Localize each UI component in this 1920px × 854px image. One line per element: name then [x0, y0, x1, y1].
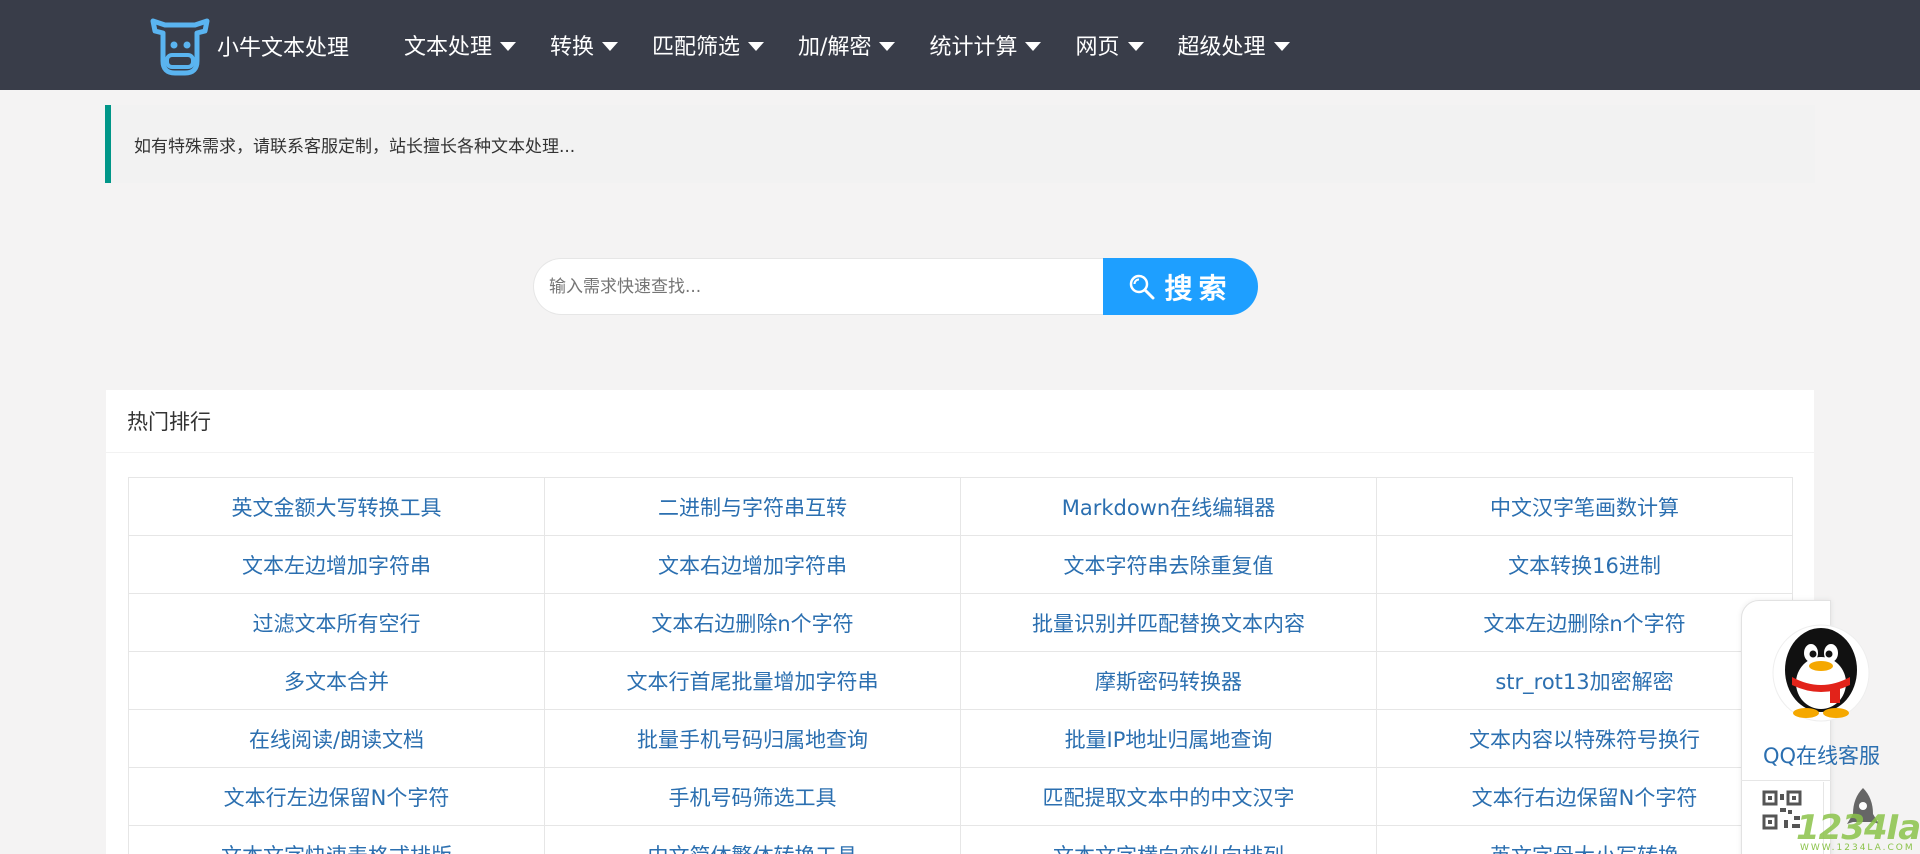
tool-link[interactable]: 二进制与字符串互转 [658, 492, 847, 522]
chevron-down-icon [602, 41, 619, 51]
search-button-label: 搜索 [1164, 271, 1233, 305]
tool-link[interactable]: 批量IP地址归属地查询 [1065, 724, 1273, 754]
nav-label: 加/解密 [798, 35, 872, 60]
tool-link[interactable]: 文本左边删除n个字符 [1483, 608, 1685, 638]
nav-label: 统计计算 [929, 35, 1018, 60]
tool-link[interactable]: 文本行左边保留N个字符 [224, 782, 450, 812]
nav-label: 匹配筛选 [652, 35, 741, 60]
tool-link[interactable]: 多文本合并 [284, 666, 389, 696]
nav-super-processing[interactable]: 超级处理 [1178, 29, 1290, 61]
table-cell: 文本左边删除n个字符 [1377, 594, 1793, 652]
tool-link[interactable]: 批量手机号码归属地查询 [637, 724, 868, 754]
table-cell: 中文汉字笔画数计算 [1377, 478, 1793, 536]
table-cell: 摩斯密码转换器 [961, 652, 1377, 710]
tool-link[interactable]: 文本文字横向变纵向排列 [1053, 840, 1284, 854]
panel-title: 热门排行 [127, 410, 211, 434]
hot-ranking-panel: 热门排行 英文金额大写转换工具 二进制与字符串互转 Markdown在线编辑器 … [106, 390, 1814, 854]
search-button[interactable]: 搜索 [1103, 258, 1258, 315]
tool-link[interactable]: 文本左边增加字符串 [242, 550, 431, 580]
table-cell: 中文简体繁体转换工具 [545, 826, 961, 854]
nav-encrypt-decrypt[interactable]: 加/解密 [798, 29, 896, 61]
qq-service-label[interactable]: QQ在线客服 [1763, 740, 1880, 770]
table-cell: 文本转换16进制 [1377, 536, 1793, 594]
nav-label: 超级处理 [1177, 35, 1266, 60]
table-cell: 二进制与字符串互转 [545, 478, 961, 536]
table-cell: 在线阅读/朗读文档 [129, 710, 545, 768]
tool-link[interactable]: 中文汉字笔画数计算 [1490, 492, 1679, 522]
nav-match-filter[interactable]: 匹配筛选 [652, 29, 765, 61]
tool-link[interactable]: 手机号码筛选工具 [669, 782, 837, 812]
nav-convert[interactable]: 转换 [550, 29, 619, 61]
notice-text: 如有特殊需求，请联系客服定制，站长擅长各种文本处理... [134, 136, 576, 157]
tool-link[interactable]: 摩斯密码转换器 [1095, 666, 1242, 696]
table-cell: 批量IP地址归属地查询 [961, 710, 1377, 768]
tool-link[interactable]: Markdown在线编辑器 [1062, 492, 1275, 522]
tool-link[interactable]: 文本字符串去除重复值 [1064, 550, 1274, 580]
table-cell: 英文字母大小写转换 [1377, 826, 1793, 854]
notice-banner: 如有特殊需求，请联系客服定制，站长擅长各种文本处理... [105, 105, 1815, 183]
table-cell: 文本文字快速表格式排版 [129, 826, 545, 854]
divider [1741, 780, 1831, 781]
tool-link[interactable]: 英文金额大写转换工具 [232, 492, 442, 522]
nav-statistics[interactable]: 统计计算 [929, 29, 1042, 61]
site-logo[interactable]: 小牛文本处理 [145, 16, 349, 76]
main-nav: 文本处理 转换 匹配筛选 加/解密 统计计算 网页 超级处理 [404, 0, 1324, 90]
panel-header: 热门排行 [106, 390, 1814, 453]
search-input[interactable] [533, 258, 1103, 315]
chevron-down-icon [1273, 41, 1290, 51]
chevron-down-icon [879, 41, 896, 51]
tool-link[interactable]: 中文简体繁体转换工具 [648, 840, 858, 854]
table-cell: 文本行左边保留N个字符 [129, 768, 545, 826]
tool-link[interactable]: 在线阅读/朗读文档 [249, 724, 424, 754]
table-cell: 文本右边删除n个字符 [545, 594, 961, 652]
table-cell: 英文金额大写转换工具 [129, 478, 545, 536]
tool-link[interactable]: 文本转换16进制 [1508, 550, 1661, 580]
table-cell: str_rot13加密解密 [1377, 652, 1793, 710]
table-cell: 文本右边增加字符串 [545, 536, 961, 594]
tool-link[interactable]: 文本文字快速表格式排版 [221, 840, 452, 854]
site-name: 小牛文本处理 [217, 36, 350, 61]
nav-label: 网页 [1075, 35, 1120, 60]
table-cell: 批量手机号码归属地查询 [545, 710, 961, 768]
cow-logo-icon [150, 18, 210, 76]
tool-link[interactable]: 匹配提取文本中的中文汉字 [1043, 782, 1295, 812]
tool-link[interactable]: str_rot13加密解密 [1495, 666, 1673, 696]
search-icon [1130, 274, 1155, 299]
tool-link[interactable]: 文本行右边保留N个字符 [1472, 782, 1698, 812]
nav-text-processing[interactable]: 文本处理 [404, 29, 517, 61]
table-cell: 匹配提取文本中的中文汉字 [961, 768, 1377, 826]
table-cell: 过滤文本所有空行 [129, 594, 545, 652]
table-cell: 文本行右边保留N个字符 [1377, 768, 1793, 826]
table-cell: 文本文字横向变纵向排列 [961, 826, 1377, 854]
tool-link[interactable]: 英文字母大小写转换 [1490, 840, 1679, 854]
top-navbar: 小牛文本处理 文本处理 转换 匹配筛选 加/解密 统计计算 网页 超级处理 [0, 0, 1920, 90]
chevron-down-icon [1025, 41, 1042, 51]
chevron-down-icon [1127, 41, 1144, 51]
table-cell: 批量识别并匹配替换文本内容 [961, 594, 1377, 652]
watermark-logo: 1234Ia [1796, 808, 1920, 848]
table-cell: 文本左边增加字符串 [129, 536, 545, 594]
chevron-down-icon [500, 41, 517, 51]
tool-link[interactable]: 批量识别并匹配替换文本内容 [1032, 608, 1305, 638]
nav-label: 转换 [550, 35, 595, 60]
tool-link[interactable]: 文本内容以特殊符号换行 [1469, 724, 1700, 754]
watermark-url: WWW.1234LA.COM [1800, 843, 1915, 853]
table-cell: 手机号码筛选工具 [545, 768, 961, 826]
table-cell: Markdown在线编辑器 [961, 478, 1377, 536]
search-bar: 搜索 [533, 258, 1258, 315]
hot-tools-table: 英文金额大写转换工具 二进制与字符串互转 Markdown在线编辑器 中文汉字笔… [128, 477, 1793, 854]
table-cell: 文本行首尾批量增加字符串 [545, 652, 961, 710]
table-cell: 文本字符串去除重复值 [961, 536, 1377, 594]
tool-link[interactable]: 文本右边删除n个字符 [651, 608, 853, 638]
tool-link[interactable]: 文本右边增加字符串 [658, 550, 847, 580]
tool-link[interactable]: 过滤文本所有空行 [253, 608, 421, 638]
table-cell: 多文本合并 [129, 652, 545, 710]
chevron-down-icon [748, 41, 765, 51]
qq-penguin-icon [1772, 624, 1870, 722]
nav-web[interactable]: 网页 [1075, 29, 1144, 61]
tool-link[interactable]: 文本行首尾批量增加字符串 [627, 666, 879, 696]
table-cell: 文本内容以特殊符号换行 [1377, 710, 1793, 768]
nav-label: 文本处理 [404, 35, 493, 60]
